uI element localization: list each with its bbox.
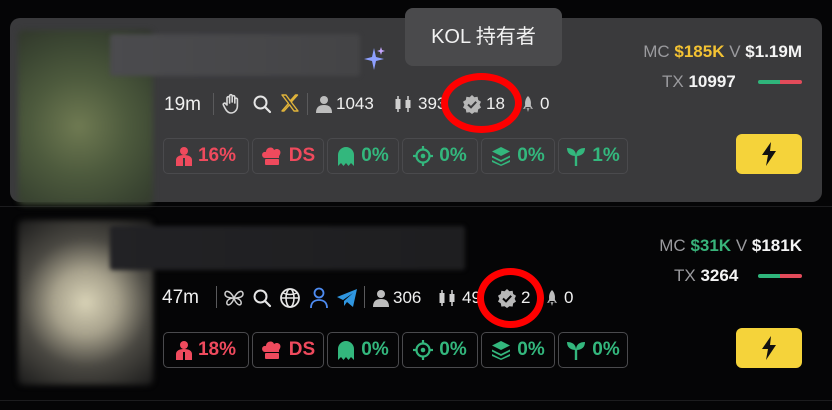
bolt-icon — [760, 142, 778, 166]
chip-bundles: 0% — [481, 332, 555, 368]
token-name-blurred — [110, 226, 465, 270]
chip-top10: 18% — [163, 332, 249, 368]
holders-icon — [373, 289, 389, 307]
tx-value: 3264 — [700, 266, 739, 285]
chip-insiders: 0% — [402, 138, 478, 174]
globe-icon[interactable] — [279, 287, 301, 309]
vol-label: V — [735, 236, 748, 255]
holders-value: 1043 — [336, 94, 374, 113]
chip-value: 0% — [592, 339, 620, 360]
divider — [216, 286, 217, 308]
chip-value: 0% — [361, 145, 389, 166]
chip-insiders: 0% — [402, 332, 478, 368]
chip-lp-burn: 0% — [558, 332, 628, 368]
hand-icon[interactable] — [220, 92, 244, 116]
divider — [0, 206, 832, 207]
token-age: 19m — [164, 94, 201, 115]
market-cap: MC $185K V $1.19M — [643, 42, 802, 62]
tx-count: TX 3264 — [674, 266, 738, 286]
crosshair-icon — [413, 146, 434, 166]
mc-value: $31K — [690, 236, 732, 255]
butterfly-icon[interactable] — [224, 288, 244, 308]
chip-snipers: 0% — [327, 332, 399, 368]
divider — [364, 286, 365, 308]
chip-top10: 16% — [163, 138, 249, 174]
chip-dev-sold: DS — [252, 332, 324, 368]
market-cap: MC $31K V $181K — [659, 236, 802, 256]
mc-label: MC — [659, 236, 686, 255]
divider — [307, 93, 308, 115]
chip-value: 1% — [592, 145, 620, 166]
quick-buy-button[interactable] — [736, 328, 802, 368]
search-icon[interactable] — [252, 94, 272, 114]
holders-value: 306 — [393, 288, 422, 307]
vol-value: $1.19M — [745, 42, 802, 61]
vol-value: $181K — [751, 236, 802, 255]
holders-count: 306 — [373, 288, 421, 308]
chip-dev-sold: DS — [252, 138, 324, 174]
person-icon[interactable] — [309, 287, 329, 309]
highlight-circle — [477, 268, 544, 328]
sprout-icon — [566, 146, 586, 166]
chip-value: 0% — [361, 339, 389, 360]
telegram-icon[interactable] — [336, 288, 358, 308]
vol-label: V — [729, 42, 741, 61]
tx-label: TX — [674, 266, 696, 285]
divider — [0, 400, 832, 401]
crosshair-icon — [413, 340, 434, 360]
rocket-count: 0 — [520, 94, 549, 114]
mc-label: MC — [643, 42, 670, 61]
chip-bundles: 0% — [481, 138, 555, 174]
search-icon[interactable] — [252, 288, 272, 308]
rocket-count: 0 — [544, 288, 573, 308]
buy-sell-ratio-bar — [758, 80, 802, 84]
candles-count: 49 — [438, 288, 481, 308]
sparkle-icon — [362, 46, 386, 78]
token-name-blurred — [110, 34, 360, 76]
candles-icon — [394, 95, 414, 113]
chip-value: 18% — [197, 339, 237, 360]
chip-value: 0% — [517, 145, 545, 166]
ghost-icon — [337, 146, 355, 166]
candles-count: 393 — [394, 94, 446, 114]
highlight-circle — [441, 73, 522, 133]
person-red-icon — [175, 340, 192, 360]
person-red-icon — [175, 146, 192, 166]
chef-hat-icon — [261, 340, 283, 360]
buy-sell-ratio-bar — [758, 274, 802, 278]
chip-value: 0% — [517, 339, 545, 360]
x-icon[interactable] — [280, 93, 300, 113]
tx-label: TX — [662, 72, 684, 91]
kol-holders-tooltip: KOL 持有者 — [405, 8, 562, 66]
mc-value: $185K — [674, 42, 725, 61]
rocket-icon — [520, 95, 536, 113]
chip-value: 0% — [439, 339, 467, 360]
candles-icon — [438, 289, 458, 307]
rocket-icon — [544, 289, 560, 307]
chef-hat-icon — [261, 146, 283, 166]
layers-icon — [491, 146, 511, 166]
chip-value: 0% — [439, 145, 467, 166]
rocket-value: 0 — [540, 94, 550, 113]
bolt-icon — [760, 336, 778, 360]
chip-value: DS — [288, 145, 316, 166]
ghost-icon — [337, 340, 355, 360]
divider — [213, 93, 214, 115]
chip-snipers: 0% — [327, 138, 399, 174]
tx-count: TX 10997 — [662, 72, 736, 92]
rocket-value: 0 — [564, 288, 574, 307]
holders-icon — [316, 95, 332, 113]
chip-lp-burn: 1% — [558, 138, 628, 174]
chip-value: DS — [288, 339, 316, 360]
token-age: 47m — [162, 287, 199, 308]
holders-count: 1043 — [316, 94, 374, 114]
tx-value: 10997 — [688, 72, 736, 91]
quick-buy-button[interactable] — [736, 134, 802, 174]
chip-value: 16% — [197, 145, 237, 166]
sprout-icon — [566, 340, 586, 360]
layers-icon — [491, 340, 511, 360]
